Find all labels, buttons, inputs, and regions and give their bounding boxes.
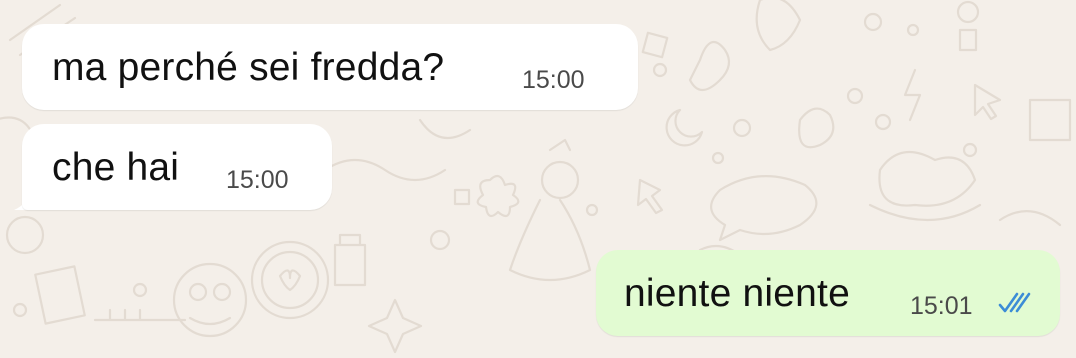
message-timestamp: 15:00 bbox=[522, 66, 585, 94]
message-timestamp: 15:01 bbox=[910, 292, 973, 320]
message-text: niente niente bbox=[624, 272, 850, 315]
message-timestamp: 15:00 bbox=[226, 166, 289, 194]
message-text: che hai bbox=[52, 146, 180, 189]
incoming-message-bubble[interactable]: che hai 15:00 bbox=[22, 124, 332, 210]
double-check-icon bbox=[998, 292, 1031, 313]
incoming-message-bubble[interactable]: ma perché sei fredda? 15:00 bbox=[22, 24, 638, 110]
outgoing-message-bubble[interactable]: niente niente 15:01 bbox=[596, 250, 1060, 336]
message-text: ma perché sei fredda? bbox=[52, 46, 445, 89]
